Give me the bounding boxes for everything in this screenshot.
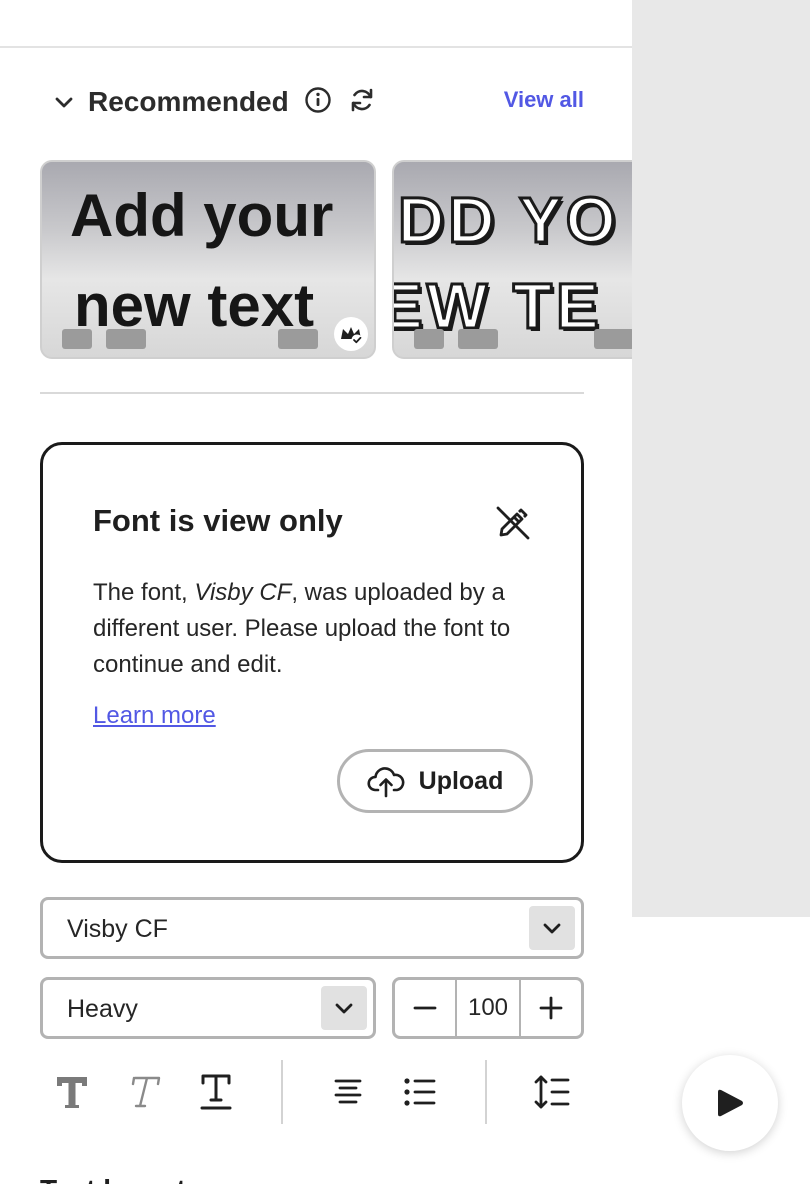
recommended-templates: Add your new text DD YO EW TE bbox=[40, 160, 632, 360]
cloud-upload-icon bbox=[367, 767, 405, 798]
font-family-select[interactable]: Visby CF bbox=[40, 897, 584, 959]
decrease-size-button[interactable] bbox=[395, 980, 455, 1036]
bold-icon bbox=[57, 1077, 87, 1108]
play-button[interactable] bbox=[682, 1055, 778, 1151]
canvas-area bbox=[632, 0, 810, 917]
alert-font-name: Visby CF bbox=[194, 579, 292, 606]
italic-button[interactable] bbox=[124, 1072, 164, 1112]
bulleted-list-icon bbox=[404, 1078, 436, 1106]
bulleted-list-button[interactable] bbox=[400, 1072, 440, 1112]
line-spacing-icon bbox=[534, 1075, 570, 1109]
refresh-icon[interactable] bbox=[348, 86, 376, 114]
clamp-decoration bbox=[594, 329, 632, 349]
font-family-dropdown-button[interactable] bbox=[529, 906, 575, 950]
minus-icon bbox=[413, 1006, 437, 1010]
plus-icon bbox=[539, 996, 563, 1020]
line-spacing-button[interactable] bbox=[532, 1072, 572, 1112]
italic-icon bbox=[131, 1076, 161, 1108]
font-weight-value: Heavy bbox=[67, 995, 138, 1023]
template-text-line: new text bbox=[74, 272, 315, 339]
chevron-down-icon bbox=[543, 923, 561, 934]
bold-button[interactable] bbox=[52, 1072, 92, 1112]
recommended-title: Recommended bbox=[88, 86, 289, 117]
view-only-alert: Font is view only The font, Visby CF, wa… bbox=[40, 442, 584, 863]
toolbar-separator bbox=[281, 1060, 283, 1124]
section-divider bbox=[40, 392, 584, 394]
alert-message: The font, Visby CF, was uploaded by a di… bbox=[93, 575, 533, 683]
font-size-value[interactable]: 100 bbox=[455, 980, 521, 1036]
font-size-stepper: 100 bbox=[392, 977, 584, 1039]
increase-size-button[interactable] bbox=[521, 980, 581, 1036]
info-icon[interactable] bbox=[304, 86, 332, 114]
clamp-decoration bbox=[458, 329, 498, 349]
alert-title: Font is view only bbox=[93, 503, 343, 538]
font-family-value: Visby CF bbox=[67, 915, 168, 943]
learn-more-link[interactable]: Learn more bbox=[93, 701, 216, 731]
top-divider bbox=[0, 46, 632, 48]
template-thumbnail[interactable]: Add your new text bbox=[40, 160, 376, 359]
clamp-decoration bbox=[278, 329, 318, 349]
text-layout-heading: Text layout bbox=[40, 1174, 186, 1184]
upload-button-label: Upload bbox=[418, 766, 504, 795]
chevron-down-icon bbox=[335, 1003, 353, 1014]
underline-button[interactable] bbox=[196, 1072, 236, 1112]
clamp-decoration bbox=[62, 329, 92, 349]
premium-badge bbox=[334, 317, 368, 351]
upload-button[interactable]: Upload bbox=[337, 749, 533, 813]
crown-icon bbox=[341, 327, 363, 346]
font-weight-select[interactable]: Heavy bbox=[40, 977, 376, 1039]
template-text-line: Add your bbox=[70, 182, 334, 249]
clamp-decoration bbox=[106, 329, 146, 349]
toolbar-separator bbox=[485, 1060, 487, 1124]
properties-panel: Recommended View all Add your new text D… bbox=[0, 0, 632, 1184]
font-weight-dropdown-button[interactable] bbox=[321, 986, 367, 1030]
chevron-down-icon[interactable] bbox=[52, 90, 76, 114]
play-icon bbox=[718, 1089, 743, 1117]
view-all-link[interactable]: View all bbox=[504, 86, 584, 114]
text-style-toolbar bbox=[40, 1060, 600, 1124]
clamp-decoration bbox=[414, 329, 444, 349]
underline-icon bbox=[200, 1074, 232, 1110]
alert-message-prefix: The font, bbox=[93, 579, 195, 606]
recommended-header: Recommended View all bbox=[52, 80, 584, 124]
template-thumbnail[interactable]: DD YO EW TE bbox=[392, 160, 632, 359]
edit-disabled-icon bbox=[496, 506, 530, 540]
template-text-line: DD YO bbox=[397, 184, 620, 256]
align-center-button[interactable] bbox=[328, 1072, 368, 1112]
align-center-icon bbox=[334, 1079, 362, 1104]
